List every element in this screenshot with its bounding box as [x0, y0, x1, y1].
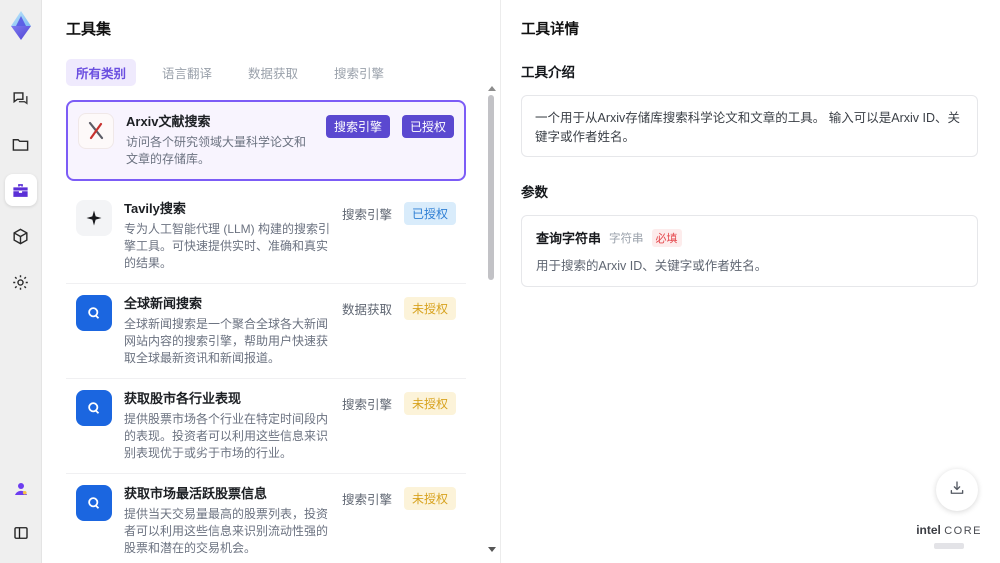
tool-body: Arxiv文献搜索 访问各个研究领域大量科学论文和文章的存储库。	[126, 113, 326, 168]
parameter-name: 查询字符串	[536, 231, 602, 246]
tool-list: Arxiv文献搜索 访问各个研究领域大量科学论文和文章的存储库。 搜索引擎 已授…	[66, 100, 480, 563]
tool-body: 全球新闻搜索 全球新闻搜索是一个聚合全球各大新闻网站内容的搜索引擎，帮助用户快速…	[124, 295, 342, 367]
tab-search-engine[interactable]: 搜索引擎	[324, 59, 394, 86]
tool-name: Arxiv文献搜索	[126, 114, 211, 129]
rail-nav	[4, 82, 37, 298]
intro-heading: 工具介绍	[521, 65, 575, 80]
tool-meta: 搜索引擎 已授权	[325, 113, 454, 138]
tool-description: 专为人工智能代理 (LLM) 构建的搜索引擎工具。可快速提供实时、准确和真实的结…	[124, 222, 331, 270]
tab-data-fetching[interactable]: 数据获取	[238, 59, 308, 86]
download-icon	[948, 479, 966, 502]
tool-name: 全球新闻搜索	[124, 296, 203, 311]
star-icon	[76, 200, 112, 236]
list-scrollbar[interactable]	[487, 86, 496, 552]
toolset-panel: 工具集 所有类别 语言翻译 数据获取 搜索引擎 Arxiv文献搜索 访问各个研究…	[42, 0, 501, 563]
chat-icon	[11, 89, 30, 108]
user-icon	[12, 480, 30, 498]
category-label: 搜索引擎	[341, 208, 392, 222]
tool-details-panel: 工具详情 工具介绍 一个用于从Arxiv存储库搜索科学论文和文章的工具。 输入可…	[501, 0, 1000, 563]
category-tabs: 所有类别 语言翻译 数据获取 搜索引擎	[66, 59, 480, 86]
tool-name: Tavily搜索	[124, 201, 186, 216]
sidebar-item-tools[interactable]	[4, 174, 37, 206]
tool-meta: 搜索引擎 未授权	[342, 485, 456, 510]
search-icon	[76, 295, 112, 331]
tool-card-global-news[interactable]: 全球新闻搜索 全球新闻搜索是一个聚合全球各大新闻网站内容的搜索引擎，帮助用户快速…	[66, 284, 466, 379]
tool-description: 全球新闻搜索是一个聚合全球各大新闻网站内容的搜索引擎，帮助用户快速获取全球最新资…	[124, 317, 329, 365]
parameter-type: 字符串	[609, 232, 644, 245]
tab-all-categories[interactable]: 所有类别	[66, 59, 137, 86]
app-window: 工具集 所有类别 语言翻译 数据获取 搜索引擎 Arxiv文献搜索 访问各个研究…	[0, 0, 1000, 563]
folder-icon	[11, 135, 30, 154]
tool-meta: 数据获取 未授权	[342, 295, 456, 320]
app-logo-icon	[6, 10, 36, 42]
sidebar-item-chat[interactable]	[5, 82, 37, 114]
brand-sub-mark	[934, 543, 965, 549]
tool-body: 获取股市各行业表现 提供股票市场各个行业在特定时间段内的表现。投资者可以利用这些…	[124, 390, 342, 462]
scroll-up-icon[interactable]	[488, 86, 496, 91]
brand-word-core: core	[944, 525, 982, 537]
parameter-description: 用于搜索的Arxiv ID、关键字或作者姓名。	[536, 259, 768, 273]
intel-core-logo: intel core	[916, 524, 982, 551]
brand-word-intel: intel	[916, 523, 941, 537]
tool-description: 提供股票市场各个行业在特定时间段内的表现。投资者可以利用这些信息来识别表现优于或…	[124, 412, 329, 460]
search-icon	[76, 390, 112, 426]
rail-bottom	[5, 473, 37, 549]
params-heading: 参数	[521, 185, 548, 200]
auth-status-badge: 未授权	[403, 392, 456, 415]
sidebar-item-settings[interactable]	[5, 266, 37, 298]
auth-status-badge: 已授权	[403, 202, 456, 225]
panel-layout-icon	[12, 524, 30, 542]
scrollbar-thumb[interactable]	[488, 95, 494, 280]
tool-card-sector-performance[interactable]: 获取股市各行业表现 提供股票市场各个行业在特定时间段内的表现。投资者可以利用这些…	[66, 379, 466, 474]
auth-status-badge: 已授权	[401, 115, 454, 138]
tool-body: Tavily搜索 专为人工智能代理 (LLM) 构建的搜索引擎工具。可快速提供实…	[124, 200, 342, 272]
tool-name: 获取股市各行业表现	[124, 391, 242, 406]
category-label: 数据获取	[341, 303, 392, 317]
parameter-header: 查询字符串 字符串 必填	[536, 228, 963, 247]
tool-description: 提供当天交易量最高的股票列表，投资者可以利用这些信息来识别流动性强的股票和潜在的…	[124, 507, 329, 555]
sidebar-item-files[interactable]	[5, 128, 37, 160]
tool-body: 获取市场最活跃股票信息 提供当天交易量最高的股票列表，投资者可以利用这些信息来识…	[124, 485, 342, 557]
gear-icon	[11, 273, 30, 292]
briefcase-icon	[11, 181, 30, 200]
category-badge: 搜索引擎	[325, 115, 390, 138]
auth-status-badge: 未授权	[403, 297, 456, 320]
tool-meta: 搜索引擎 未授权	[342, 390, 456, 415]
details-title: 工具详情	[521, 22, 579, 38]
tab-language-translation[interactable]: 语言翻译	[152, 59, 222, 86]
required-badge: 必填	[651, 228, 682, 247]
intro-text: 一个用于从Arxiv存储库搜索科学论文和文章的工具。 输入可以是Arxiv ID…	[521, 95, 978, 157]
sidebar-item-collapse[interactable]	[5, 517, 37, 549]
tool-meta: 搜索引擎 已授权	[342, 200, 456, 225]
download-button[interactable]	[936, 469, 978, 511]
tool-name: 获取市场最活跃股票信息	[124, 486, 268, 501]
tool-description: 访问各个研究领域大量科学论文和文章的存储库。	[126, 135, 307, 166]
scroll-down-icon[interactable]	[488, 547, 496, 552]
page-title: 工具集	[66, 21, 112, 38]
search-icon	[76, 485, 112, 521]
category-label: 搜索引擎	[341, 398, 392, 412]
parameter-card: 查询字符串 字符串 必填 用于搜索的Arxiv ID、关键字或作者姓名。	[521, 215, 978, 287]
sidebar-item-packages[interactable]	[5, 220, 37, 252]
icon-rail	[0, 0, 42, 563]
tool-card-active-stocks[interactable]: 获取市场最活跃股票信息 提供当天交易量最高的股票列表，投资者可以利用这些信息来识…	[66, 474, 466, 563]
arxiv-logo-icon	[78, 113, 114, 149]
tool-card-tavily[interactable]: Tavily搜索 专为人工智能代理 (LLM) 构建的搜索引擎工具。可快速提供实…	[66, 189, 466, 284]
tool-card-arxiv[interactable]: Arxiv文献搜索 访问各个研究领域大量科学论文和文章的存储库。 搜索引擎 已授…	[66, 100, 466, 181]
category-label: 搜索引擎	[341, 493, 392, 507]
cube-icon	[11, 227, 30, 246]
auth-status-badge: 未授权	[403, 487, 456, 510]
sidebar-item-account[interactable]	[5, 473, 37, 505]
